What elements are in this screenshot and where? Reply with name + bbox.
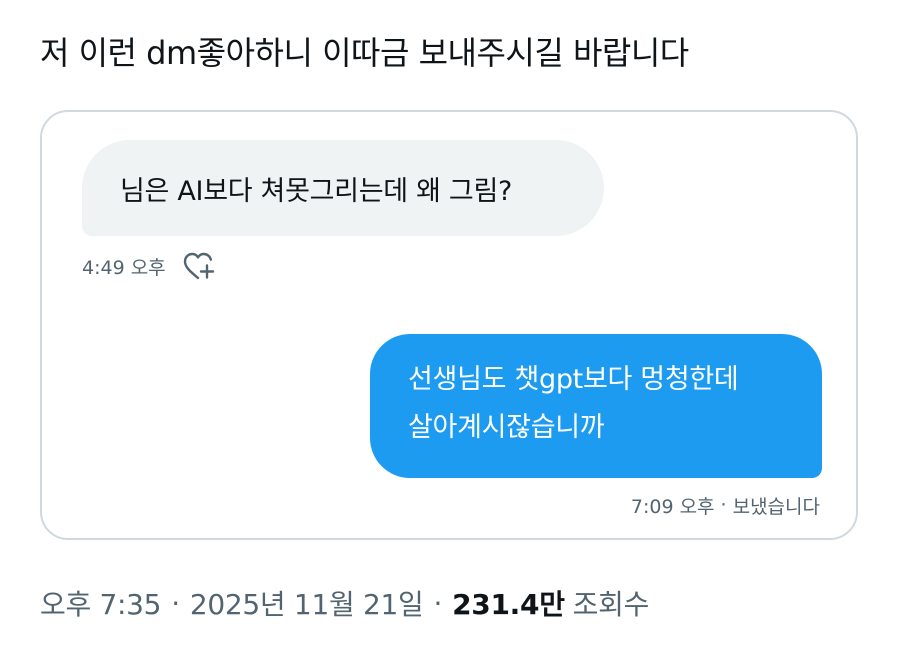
sent-message-meta: 7:09 오후 · 보냈습니다 — [631, 490, 820, 520]
views-count: 231.4만 — [452, 588, 565, 621]
sent-status: 보냈습니다 — [732, 495, 820, 518]
received-message-text: 님은 AI보다 쳐못그리는데 왜 그림? — [120, 175, 513, 207]
heart-plus-icon — [183, 252, 214, 280]
sent-message-line-1: 선생님도 챗gpt보다 멍청한데 — [408, 364, 739, 395]
add-reaction-button[interactable] — [180, 248, 218, 284]
sent-message-bubble[interactable]: 선생님도 챗gpt보다 멍청한데 살아계시잖습니까 — [370, 334, 822, 478]
received-message-time: 4:49 오후 — [82, 256, 166, 279]
received-message-meta: 4:49 오후 — [82, 248, 218, 284]
post-footer: 오후 7:35 · 2025년 11월 21일 · 231.4만 조회수 — [40, 580, 649, 626]
sent-message-line-2: 살아계시잖습니까 — [408, 412, 605, 443]
views-label: 조회수 — [572, 588, 650, 621]
post-text: 저 이런 dm좋아하니 이따금 보내주시길 바랍니다 — [40, 34, 689, 72]
post-date[interactable]: 2025년 11월 21일 — [190, 583, 424, 623]
received-message-bubble[interactable]: 님은 AI보다 쳐못그리는데 왜 그림? — [82, 140, 604, 236]
footer-separator: · — [433, 586, 443, 620]
dm-screenshot-card: 님은 AI보다 쳐못그리는데 왜 그림? 4:49 오후 선생님도 챗gpt보다… — [40, 110, 858, 540]
meta-separator: · — [720, 494, 727, 516]
sent-message-time: 7:09 오후 — [630, 495, 715, 518]
footer-separator: · — [171, 586, 180, 620]
post-time[interactable]: 오후 7:35 — [40, 583, 162, 623]
